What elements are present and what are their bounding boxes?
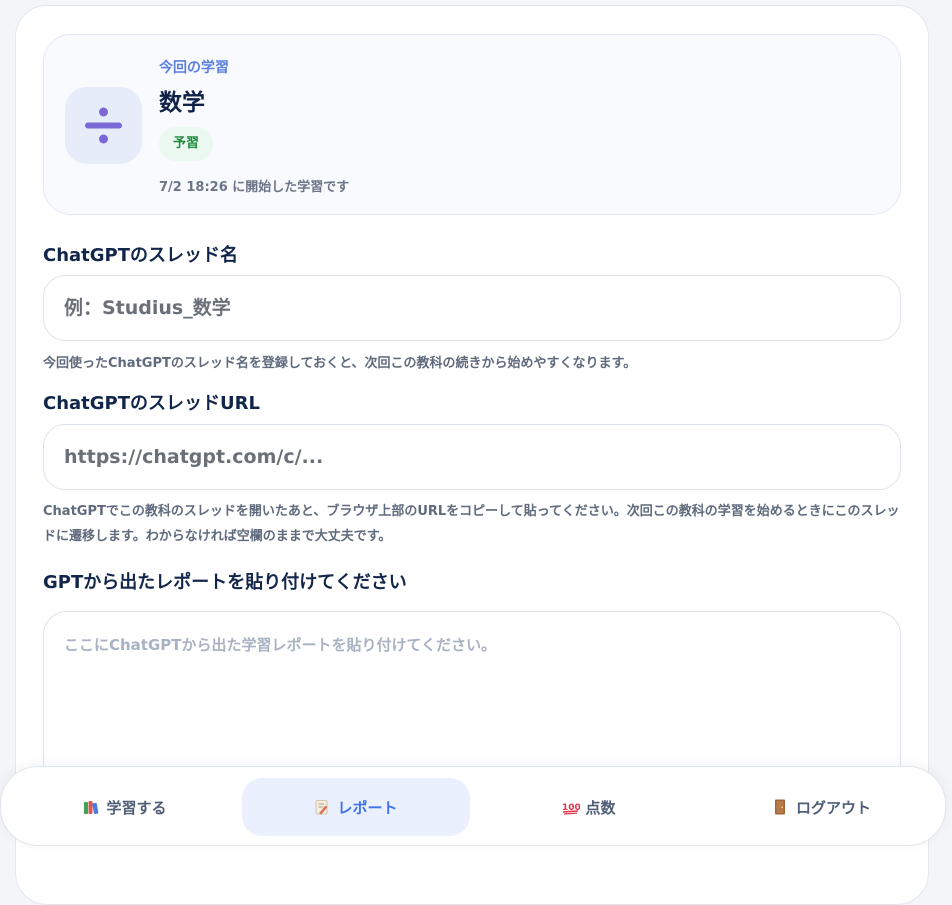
thread-name-help: 今回使ったChatGPTのスレッド名を登録しておくと、次回この教科の続きから始め… — [43, 356, 637, 371]
session-card: 今回の学習 数学 予習 7/2 18:26 に開始した学習です — [43, 34, 901, 215]
nav-logout-label: ログアウト — [795, 798, 871, 817]
books-icon — [83, 799, 99, 815]
subject-icon-box — [65, 87, 142, 164]
nav-score-label: 点数 — [585, 798, 616, 817]
divide-icon — [85, 107, 122, 144]
session-eyebrow: 今回の学習 — [159, 60, 229, 76]
door-icon — [773, 799, 789, 815]
bottom-nav: 学習する レポート 100 点数 ログアウト — [0, 766, 946, 846]
subject-title: 数学 — [159, 90, 205, 116]
thread-name-label: ChatGPTのスレッド名 — [43, 245, 239, 266]
started-timestamp: 7/2 18:26 に開始した学習です — [159, 180, 350, 195]
nav-score[interactable]: 100 点数 — [475, 778, 703, 836]
mode-badge: 予習 — [159, 127, 214, 161]
nav-study[interactable]: 学習する — [11, 778, 239, 836]
report-label: GPTから出たレポートを貼り付けてください — [43, 572, 407, 593]
thread-url-label: ChatGPTのスレッドURL — [43, 393, 260, 414]
nav-report[interactable]: レポート — [242, 778, 470, 836]
thread-url-input[interactable] — [43, 424, 901, 490]
memo-icon — [314, 799, 330, 815]
hundred-points-icon: 100 — [562, 799, 581, 815]
nav-study-label: 学習する — [106, 798, 167, 817]
thread-name-input[interactable] — [43, 275, 901, 341]
nav-report-label: レポート — [337, 798, 398, 817]
nav-logout[interactable]: ログアウト — [708, 778, 936, 836]
thread-url-help: ChatGPTでこの教科のスレッドを開いたあと、ブラウザ上部のURLをコピーして… — [43, 504, 900, 544]
